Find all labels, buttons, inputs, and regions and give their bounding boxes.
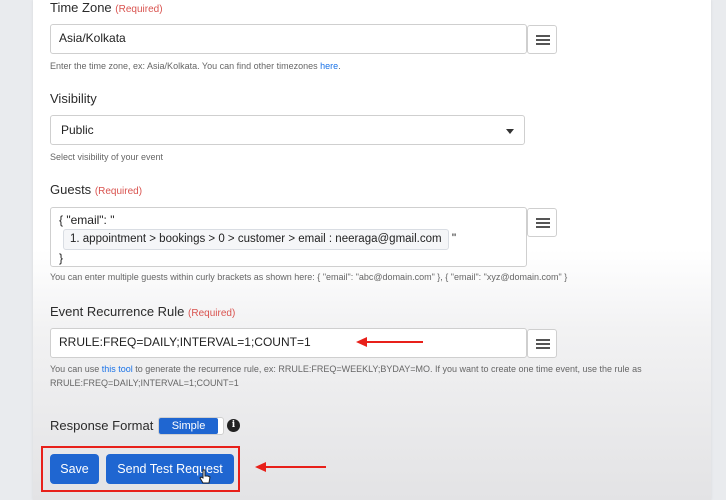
response-format-toggle-value: Simple <box>159 418 218 434</box>
timezone-input[interactable]: Asia/Kolkata <box>50 24 527 54</box>
visibility-help: Select visibility of your event <box>50 152 164 162</box>
timezone-label: Time Zone (Required) <box>50 0 163 15</box>
timezone-help-link[interactable]: here <box>320 61 338 71</box>
hand-cursor-icon <box>199 469 211 484</box>
visibility-select[interactable]: Public <box>50 115 525 145</box>
timezone-help: Enter the time zone, ex: Asia/Kolkata. Y… <box>50 61 341 71</box>
guests-line-3: } <box>59 251 64 265</box>
send-test-request-button[interactable]: Send Test Request <box>106 454 234 484</box>
guests-input[interactable]: { "email": " 1. appointment > bookings >… <box>50 207 527 267</box>
visibility-label: Visibility <box>50 91 97 106</box>
guests-menu-button[interactable] <box>527 208 557 237</box>
annotation-arrow-left-icon <box>356 337 423 347</box>
recurrence-label: Event Recurrence Rule (Required) <box>50 304 236 319</box>
timezone-menu-button[interactable] <box>527 25 557 54</box>
recurrence-help-link[interactable]: this tool <box>102 364 133 374</box>
caret-down-icon <box>506 129 514 134</box>
guests-help: You can enter multiple guests within cur… <box>50 272 568 282</box>
guests-mapping-tag[interactable]: 1. appointment > bookings > 0 > customer… <box>63 229 449 250</box>
save-button[interactable]: Save <box>50 454 99 484</box>
guests-tag-suffix: " <box>451 231 457 245</box>
guests-line-1: { "email": " <box>59 213 115 227</box>
info-icon[interactable]: i <box>227 419 240 432</box>
response-format-label: Response Format <box>50 418 154 433</box>
annotation-arrow-left-icon <box>255 462 326 472</box>
recurrence-help: You can use this tool to generate the re… <box>50 364 642 388</box>
recurrence-menu-button[interactable] <box>527 329 557 358</box>
guests-label: Guests (Required) <box>50 182 143 197</box>
response-format-toggle[interactable]: Simple <box>158 417 224 435</box>
recurrence-input[interactable]: RRULE:FREQ=DAILY;INTERVAL=1;COUNT=1 <box>50 328 527 358</box>
